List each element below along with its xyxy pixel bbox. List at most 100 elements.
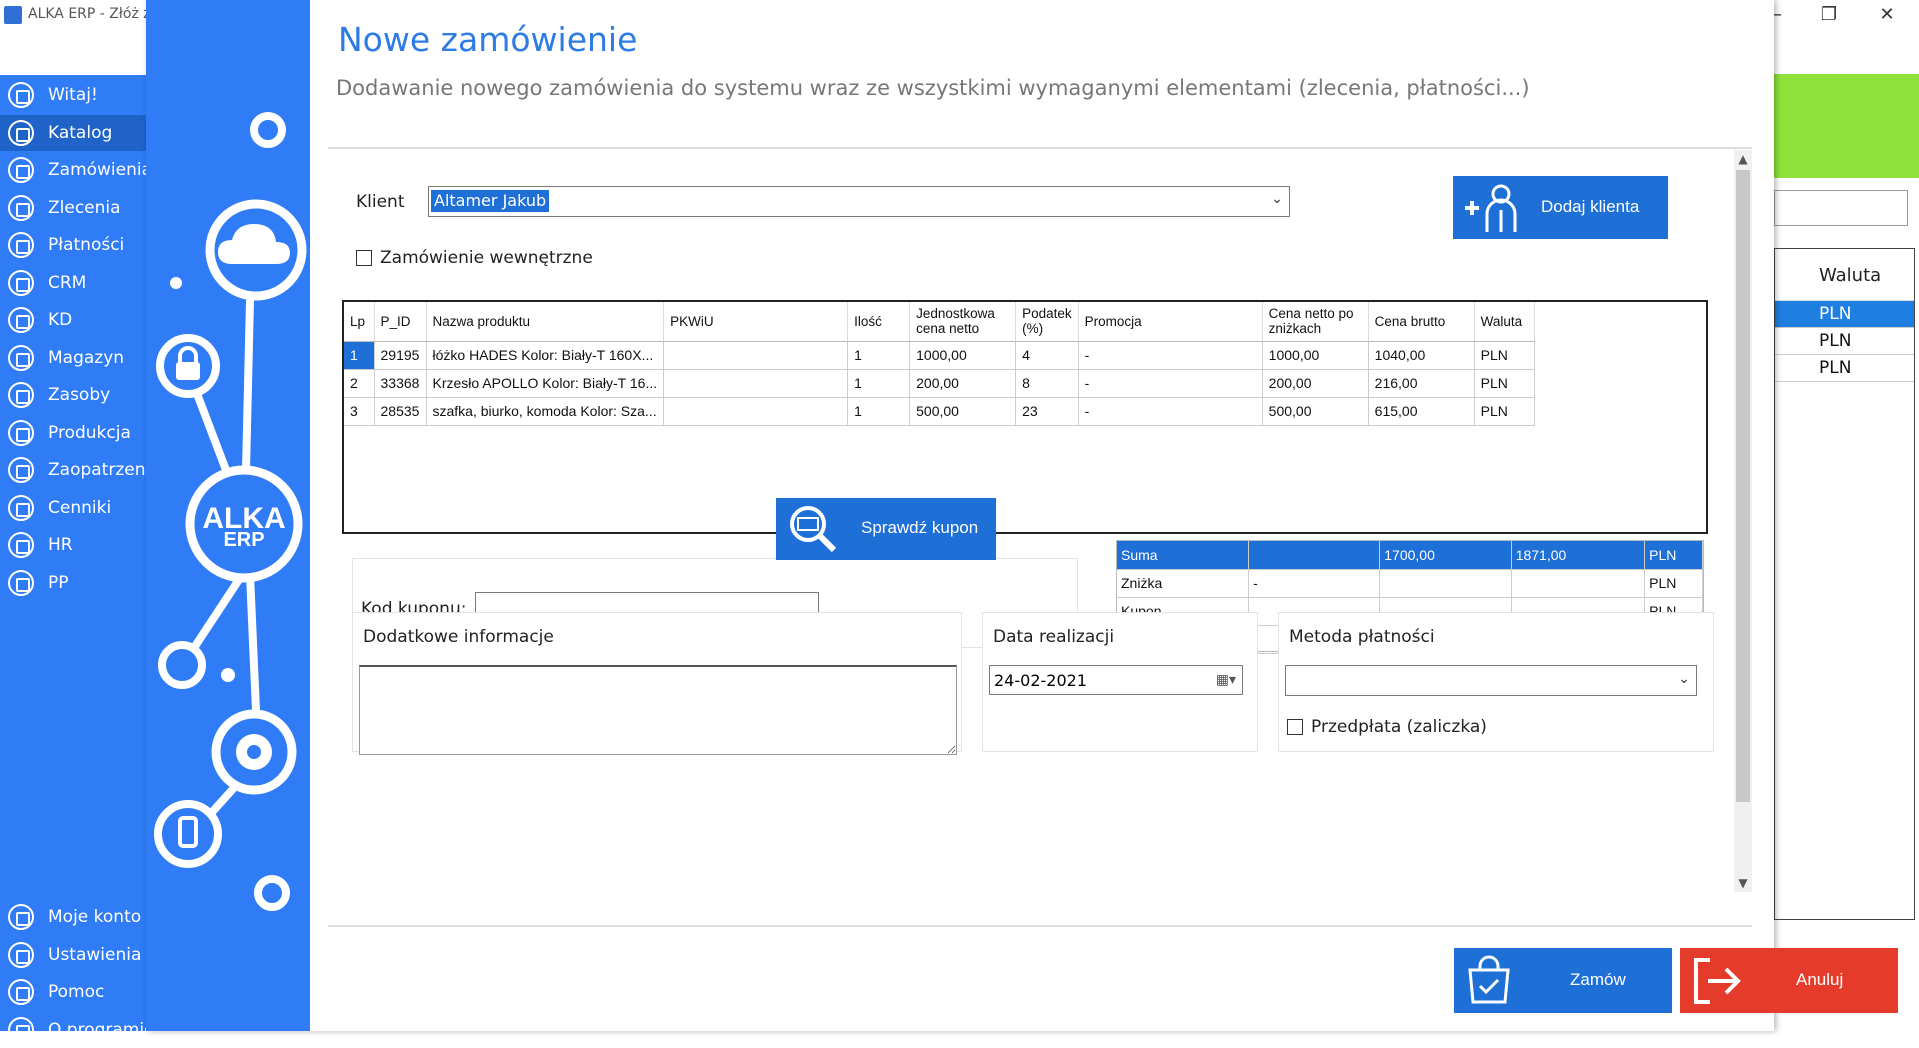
table-cell[interactable]: 1 xyxy=(847,341,911,370)
background-search-input[interactable] xyxy=(1774,190,1908,226)
realization-date-value: 24-02-2021 xyxy=(994,671,1087,690)
column-header[interactable]: Cena brutto xyxy=(1368,302,1475,342)
table-row[interactable]: 2 33368 Krzesło APOLLO Kolor: Biały-T 16..… xyxy=(344,369,1535,398)
table-cell[interactable] xyxy=(663,397,849,426)
internal-order-checkbox[interactable]: Zamówienie wewnętrzne xyxy=(356,248,593,268)
table-cell[interactable]: 1000,00 xyxy=(909,341,1017,370)
checkbox-box[interactable] xyxy=(356,250,372,266)
table-cell[interactable]: 33368 xyxy=(374,369,427,398)
table-cell[interactable]: 200,00 xyxy=(1262,369,1369,398)
table-cell[interactable]: szafka, biurko, komoda Kolor: Sza... xyxy=(426,397,665,426)
table-cell[interactable]: 2 xyxy=(344,369,375,398)
background-grid-row[interactable]: PLN xyxy=(1775,328,1914,355)
table-cell[interactable]: 1 xyxy=(344,341,375,370)
table-cell[interactable]: 1040,00 xyxy=(1368,341,1475,370)
table-cell[interactable]: łóżko HADES Kolor: Biały-T 160X... xyxy=(426,341,665,370)
column-header[interactable]: P_ID xyxy=(374,302,427,342)
table-cell[interactable]: - xyxy=(1078,369,1263,398)
table-cell[interactable]: 1 xyxy=(847,397,911,426)
column-header[interactable]: Nazwa produktu xyxy=(426,302,665,342)
sidebar-item[interactable]: Magazyn xyxy=(0,340,146,376)
table-cell[interactable]: 3 xyxy=(344,397,375,426)
column-header[interactable]: Ilość xyxy=(847,302,911,342)
table-cell[interactable]: 4 xyxy=(1015,341,1079,370)
background-grid-row[interactable]: PLN xyxy=(1775,355,1914,382)
chevron-down-icon[interactable]: ⌄ xyxy=(1678,671,1690,687)
background-grid-row[interactable]: PLN xyxy=(1775,301,1914,328)
column-header[interactable]: Promocja xyxy=(1078,302,1263,342)
column-header[interactable]: Podatek (%) xyxy=(1015,302,1079,342)
totals-row[interactable]: Suma 1700,00 1871,00 PLN xyxy=(1117,541,1703,570)
table-cell[interactable]: 615,00 xyxy=(1368,397,1475,426)
table-cell[interactable] xyxy=(663,369,849,398)
payment-method-label: Metoda płatności xyxy=(1289,627,1435,647)
order-button[interactable]: Zamów xyxy=(1454,948,1672,1013)
form-scroll-area[interactable]: Klient Altamer Jakub ⌄ Dodaj klienta Zam… xyxy=(328,150,1752,892)
sidebar-item[interactable]: Zaopatrzenie xyxy=(0,452,146,488)
table-cell[interactable]: PLN xyxy=(1474,397,1535,426)
table-cell[interactable]: - xyxy=(1078,341,1263,370)
client-combobox[interactable]: Altamer Jakub ⌄ xyxy=(428,186,1290,217)
chevron-down-icon[interactable]: ⌄ xyxy=(1271,191,1283,207)
check-coupon-button[interactable]: Sprawdź kupon xyxy=(776,498,996,560)
sidebar-item[interactable]: HR xyxy=(0,527,146,563)
column-header[interactable]: Lp xyxy=(344,302,375,342)
close-window-button[interactable]: ✕ xyxy=(1864,2,1910,28)
table-cell[interactable]: 1000,00 xyxy=(1262,341,1369,370)
column-header[interactable]: Cena netto po zniżkach xyxy=(1262,302,1369,342)
sidebar-item[interactable]: Moje konto xyxy=(0,899,146,935)
checkbox-box[interactable] xyxy=(1287,719,1303,735)
table-cell[interactable]: 29195 xyxy=(374,341,427,370)
table-cell[interactable]: 23 xyxy=(1015,397,1079,426)
additional-info-textarea[interactable] xyxy=(359,665,957,755)
table-cell[interactable]: 216,00 xyxy=(1368,369,1475,398)
vertical-scrollbar[interactable]: ▲ ▼ xyxy=(1734,150,1752,892)
sidebar-item[interactable]: Zlecenia xyxy=(0,190,146,226)
table-cell[interactable]: 500,00 xyxy=(1262,397,1369,426)
table-row[interactable]: 1 29195 łóżko HADES Kolor: Biały-T 160X...… xyxy=(344,341,1535,370)
table-cell[interactable]: PLN xyxy=(1474,341,1535,370)
payment-method-select[interactable]: ⌄ xyxy=(1285,665,1697,696)
table-cell[interactable]: PLN xyxy=(1474,369,1535,398)
cancel-button[interactable]: Anuluj xyxy=(1680,948,1898,1013)
maximize-button[interactable]: ❐ xyxy=(1806,2,1852,28)
sidebar-item[interactable]: Cenniki xyxy=(0,490,146,526)
sidebar-item[interactable]: Zasoby xyxy=(0,377,146,413)
sidebar-item[interactable]: Witaj! xyxy=(0,77,146,113)
scrollbar-thumb[interactable] xyxy=(1736,170,1750,802)
column-header[interactable]: Jednostkowa cena netto xyxy=(909,302,1017,342)
sidebar-item-label: KD xyxy=(48,310,73,330)
table-cell[interactable] xyxy=(663,341,849,370)
table-row[interactable]: 3 28535 szafka, biurko, komoda Kolor: Sza.… xyxy=(344,397,1535,426)
prepayment-checkbox[interactable]: Przedpłata (zaliczka) xyxy=(1287,717,1487,737)
sidebar-item[interactable]: CRM xyxy=(0,265,146,301)
table-cell[interactable]: 8 xyxy=(1015,369,1079,398)
home-icon xyxy=(8,82,34,108)
totals-row[interactable]: Zniżka - PLN xyxy=(1117,569,1703,598)
table-cell[interactable]: Krzesło APOLLO Kolor: Biały-T 16... xyxy=(426,369,665,398)
table-cell[interactable]: 28535 xyxy=(374,397,427,426)
calendar-icon[interactable]: ▦▾ xyxy=(1216,672,1236,688)
sidebar-item[interactable]: O programie xyxy=(0,1012,146,1048)
table-cell[interactable]: 1 xyxy=(847,369,911,398)
scroll-up-icon[interactable]: ▲ xyxy=(1734,150,1752,168)
sidebar-item[interactable]: Zamówienia xyxy=(0,152,146,188)
table-cell[interactable]: 500,00 xyxy=(909,397,1017,426)
sidebar-item[interactable]: Produkcja xyxy=(0,415,146,451)
sidebar-item[interactable]: Katalog xyxy=(0,114,146,151)
scroll-down-icon[interactable]: ▼ xyxy=(1734,874,1752,892)
sidebar-item[interactable]: KD xyxy=(0,302,146,338)
sidebar-item[interactable]: Ustawienia xyxy=(0,937,146,973)
sidebar-item[interactable]: PP xyxy=(0,565,146,601)
sidebar-item[interactable]: Płatności xyxy=(0,227,146,263)
realization-date-picker[interactable]: 24-02-2021 ▦▾ xyxy=(989,665,1243,695)
add-client-button[interactable]: Dodaj klienta xyxy=(1453,176,1668,239)
table-cell[interactable]: 200,00 xyxy=(909,369,1017,398)
warehouse-icon xyxy=(8,344,34,371)
sidebar-item-label: Zamówienia xyxy=(48,160,146,180)
table-cell[interactable]: - xyxy=(1078,397,1263,426)
sidebar-item[interactable]: Pomoc xyxy=(0,974,146,1010)
column-header[interactable]: PKWiU xyxy=(663,302,849,342)
background-data-grid: Waluta PLN PLN PLN xyxy=(1774,248,1915,920)
column-header[interactable]: Waluta xyxy=(1474,302,1535,342)
